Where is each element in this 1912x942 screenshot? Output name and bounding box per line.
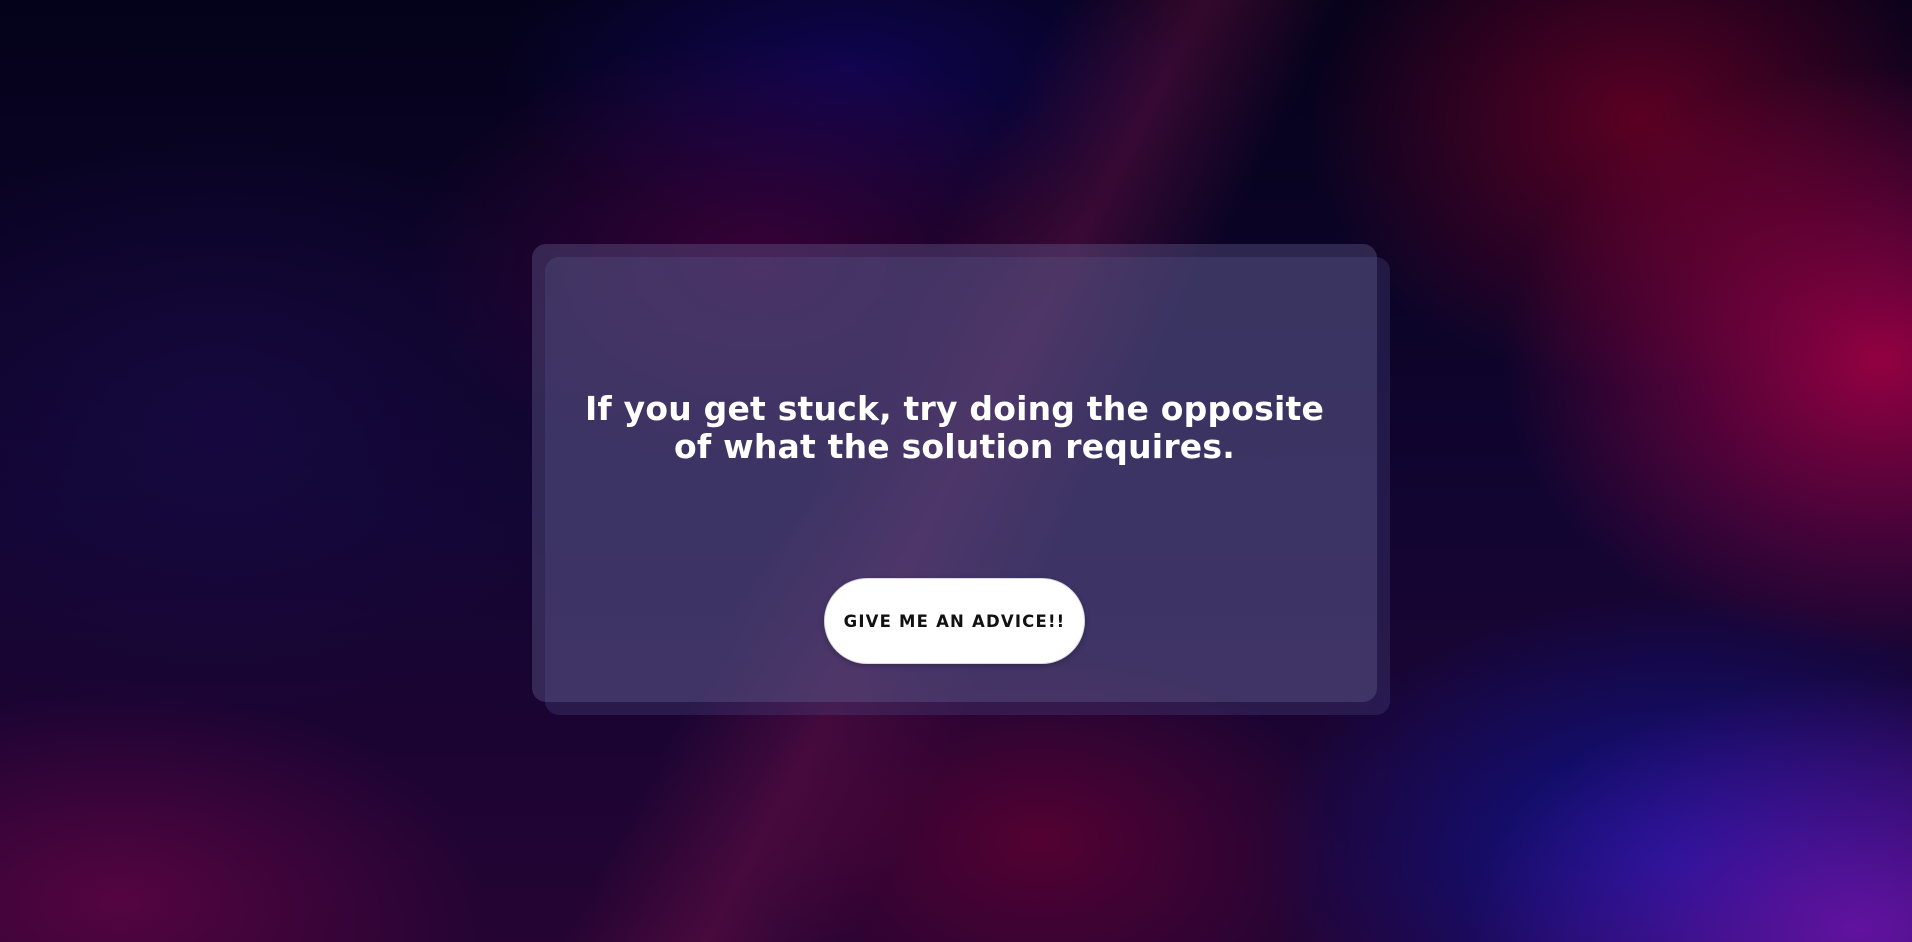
give-advice-button[interactable]: GIVE ME AN ADVICE!! xyxy=(824,578,1085,664)
advice-card: If you get stuck, try doing the opposite… xyxy=(532,244,1377,702)
advice-text: If you get stuck, try doing the opposite… xyxy=(584,389,1325,466)
